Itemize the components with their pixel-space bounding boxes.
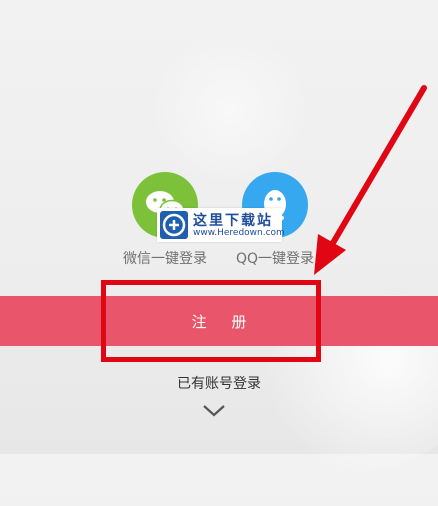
register-screen: 微信一键登录 QQ一键登录 这里下载站 www.Heredown.com 注 册… [0, 0, 438, 506]
site-logo-icon [160, 211, 188, 239]
chevron-down-icon[interactable] [202, 404, 226, 418]
watermark-badge: 这里下载站 www.Heredown.com [157, 208, 285, 242]
wechat-login-label: 微信一键登录 [123, 251, 207, 267]
register-button-label: 注 册 [191, 312, 257, 331]
existing-account-login-link[interactable]: 已有账号登录 [0, 373, 438, 393]
register-button[interactable]: 注 册 [0, 296, 438, 346]
background-decoration [140, 40, 320, 180]
qq-login-label: QQ一键登录 [235, 251, 315, 267]
watermark-title: 这里下载站 [193, 213, 273, 229]
watermark-url: www.Heredown.com [193, 228, 285, 238]
